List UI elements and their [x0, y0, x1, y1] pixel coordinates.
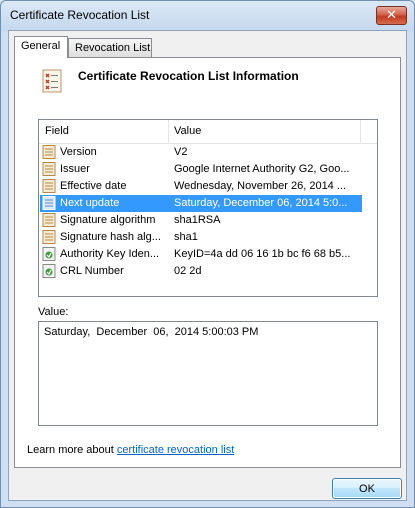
- close-button[interactable]: ✕: [376, 6, 407, 25]
- list-row-signature-algorithm[interactable]: Signature algorithm sha1RSA: [40, 212, 362, 229]
- dialog-window: Certificate Revocation List ✕ General Re…: [0, 0, 415, 508]
- close-icon: ✕: [386, 8, 397, 23]
- ok-button[interactable]: OK: [332, 478, 402, 499]
- list-row-crl-number[interactable]: CRL Number 02 2d: [40, 263, 362, 280]
- title-bar[interactable]: Certificate Revocation List ✕: [1, 1, 414, 30]
- column-divider[interactable]: [168, 120, 169, 143]
- ok-button-label: OK: [359, 482, 375, 495]
- list-header: Field Value: [39, 120, 377, 144]
- field-doc-icon: [42, 162, 56, 176]
- row-value: Google Internet Authority G2, Goo...: [174, 163, 350, 175]
- column-header-value[interactable]: Value: [174, 125, 201, 137]
- list-row-effective-date[interactable]: Effective date Wednesday, November 26, 2…: [40, 178, 362, 195]
- value-label: Value:: [38, 306, 69, 318]
- row-value: Wednesday, November 26, 2014 ...: [174, 180, 347, 192]
- row-field: Authority Key Iden...: [60, 248, 160, 260]
- list-row-version[interactable]: Version V2: [40, 144, 362, 161]
- extension-icon: [42, 247, 56, 261]
- general-tab-panel: Certificate Revocation List Information …: [14, 57, 401, 468]
- row-field: Issuer: [60, 163, 90, 175]
- row-field: Version: [60, 146, 97, 158]
- row-value: V2: [174, 146, 188, 158]
- field-doc-icon: [42, 179, 56, 193]
- field-list[interactable]: Field Value Version V2 Issuer Google Int…: [38, 119, 378, 297]
- list-row-issuer[interactable]: Issuer Google Internet Authority G2, Goo…: [40, 161, 362, 178]
- row-value: sha1RSA: [174, 214, 221, 226]
- row-field: Next update: [60, 197, 120, 209]
- dialog-client-area: General Revocation List Certificate Revo…: [8, 30, 407, 501]
- row-field: Signature hash alg...: [60, 231, 161, 243]
- tab-revocation-list[interactable]: Revocation List: [68, 38, 152, 57]
- field-doc-icon: [42, 196, 56, 210]
- learn-more-prefix: Learn more about: [27, 444, 117, 456]
- field-doc-icon: [42, 213, 56, 227]
- extension-icon: [42, 264, 56, 278]
- learn-more-text: Learn more about certificate revocation …: [27, 444, 234, 456]
- window-title: Certificate Revocation List: [10, 8, 150, 22]
- list-row-signature-hash[interactable]: Signature hash alg... sha1: [40, 229, 362, 246]
- page-title: Certificate Revocation List Information: [78, 69, 299, 83]
- crl-document-icon: [42, 69, 62, 93]
- row-value: KeyID=4a dd 06 16 1b bc f6 68 b5...: [174, 248, 351, 260]
- field-doc-icon: [42, 230, 56, 244]
- crl-help-link[interactable]: certificate revocation list: [117, 444, 234, 456]
- row-value: Saturday, December 06, 2014 5:0...: [174, 197, 348, 209]
- list-row-authority-key[interactable]: Authority Key Iden... KeyID=4a dd 06 16 …: [40, 246, 362, 263]
- value-textbox[interactable]: Saturday, December 06, 2014 5:00:03 PM: [38, 321, 378, 426]
- field-doc-icon: [42, 145, 56, 159]
- row-field: Effective date: [60, 180, 127, 192]
- column-header-field[interactable]: Field: [45, 125, 69, 137]
- row-field: CRL Number: [60, 265, 124, 277]
- row-value: sha1: [174, 231, 198, 243]
- row-value: 02 2d: [174, 265, 202, 277]
- column-divider[interactable]: [360, 120, 361, 143]
- tab-general[interactable]: General: [14, 36, 68, 58]
- row-field: Signature algorithm: [60, 214, 156, 226]
- list-row-next-update[interactable]: Next update Saturday, December 06, 2014 …: [40, 195, 362, 212]
